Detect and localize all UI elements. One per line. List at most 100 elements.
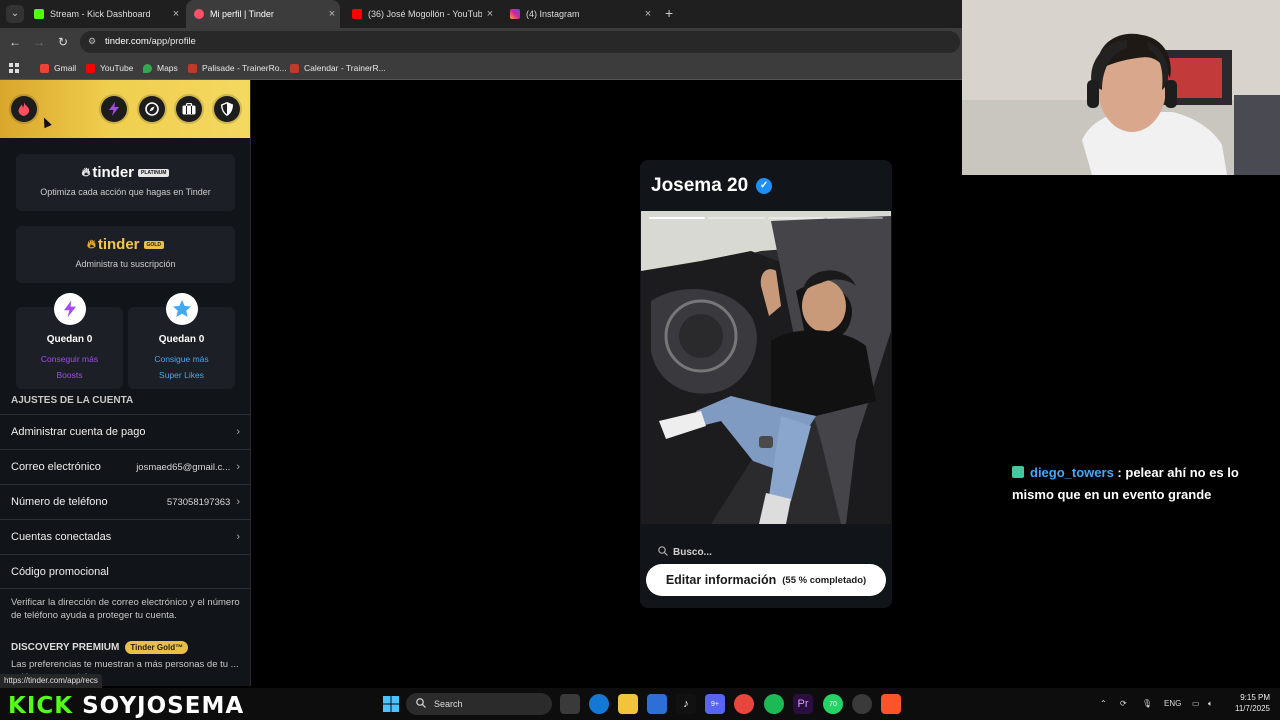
chat-username: diego_towers <box>1030 465 1114 480</box>
sidebar-header <box>0 80 250 138</box>
bookmark-calendar[interactable]: Calendar - TrainerR... <box>290 61 386 75</box>
youtube-icon <box>352 9 362 19</box>
row-promo-code[interactable]: Código promocional <box>0 554 250 589</box>
chat-badge-icon <box>1012 466 1024 478</box>
youtube-icon <box>86 63 95 73</box>
chevron-right-icon: › <box>236 426 240 438</box>
profile-name: Josema 20 ✓ <box>651 175 773 197</box>
new-tab-button[interactable]: + <box>665 5 679 23</box>
taskbar-clock[interactable]: 9:15 PM 11/7/2025 <box>1228 692 1270 714</box>
bookmark-youtube[interactable]: YouTube <box>86 61 133 75</box>
row-phone[interactable]: Número de teléfono 573058197363 › <box>0 484 250 519</box>
tinder-flame-icon: 🔥︎ <box>81 165 91 179</box>
whatsapp-icon[interactable]: 70 <box>823 694 843 714</box>
taskbar-search[interactable]: Search <box>406 693 552 715</box>
webcam-overlay <box>962 0 1280 175</box>
spotify-icon[interactable] <box>764 694 784 714</box>
site-info-icon[interactable]: ⚙ <box>88 36 100 48</box>
language-indicator[interactable]: ENG <box>1164 699 1181 708</box>
briefcase-icon[interactable] <box>176 96 202 122</box>
discovery-premium-heading: DISCOVERY PREMIUM Tinder Gold™ <box>11 641 189 654</box>
superlikes-card[interactable]: Quedan 0 Consigue más Super Likes <box>128 293 235 389</box>
chevron-right-icon: › <box>236 496 240 508</box>
chrome-icon[interactable] <box>734 694 754 714</box>
windows-start-icon[interactable] <box>381 694 401 714</box>
obs-icon[interactable] <box>852 694 872 714</box>
edit-info-button[interactable]: Editar información (55 % completado) <box>646 564 886 596</box>
bookmark-gmail[interactable]: Gmail <box>40 61 76 75</box>
stream-chat-message: diego_towers : pelear ahí no es lo mismo… <box>1012 465 1239 502</box>
tinder-flame-icon <box>194 9 204 19</box>
apps-grid-icon[interactable] <box>9 61 19 75</box>
store-icon[interactable] <box>647 694 667 714</box>
url-text: tinder.com/app/profile <box>105 36 196 47</box>
discord-icon[interactable]: 9+ <box>705 694 725 714</box>
shield-icon[interactable] <box>214 96 240 122</box>
link-status-url: https://tinder.com/app/recs <box>0 674 102 688</box>
verified-badge-icon: ✓ <box>756 178 773 194</box>
explore-icon[interactable] <box>139 96 165 122</box>
profile-photo[interactable] <box>641 211 891 524</box>
close-icon[interactable]: × <box>324 8 340 20</box>
gmail-icon <box>40 63 49 73</box>
kick-icon <box>34 9 44 19</box>
tinder-gold-card[interactable]: 🔥︎ tinder GOLD Administra tu suscripción <box>16 226 235 283</box>
tab-tinder-profile[interactable]: Mi perfil | Tinder × <box>186 0 340 28</box>
microphone-icon[interactable]: 🎙︎ <box>1142 699 1152 708</box>
screen: ⌄ Stream - Kick Dashboard × Mi perfil | … <box>0 0 1280 720</box>
profile-card: Josema 20 ✓ Busco... Editar información … <box>640 160 892 608</box>
trainerroad-icon <box>290 63 299 73</box>
photo-progress-segment <box>767 217 824 219</box>
tab-search-button[interactable]: ⌄ <box>6 5 24 23</box>
close-icon[interactable]: × <box>168 8 184 20</box>
tinder-platinum-card[interactable]: 🔥︎ tinder PLATINUM Optimiza cada acción … <box>16 154 235 211</box>
tinder-gold-badge: Tinder Gold™ <box>125 641 189 654</box>
bookmarks-bar: Gmail YouTube Maps Palisade - TrainerRo.… <box>0 56 962 80</box>
photo-progress-segment <box>649 217 706 219</box>
tray-chevron-icon[interactable]: ⌃ <box>1100 699 1107 708</box>
tinder-sidebar: 🔥︎ tinder PLATINUM Optimiza cada acción … <box>0 80 251 686</box>
back-arrow-icon[interactable]: ← <box>7 34 23 50</box>
brave-icon[interactable] <box>881 694 901 714</box>
photo-progress-segment <box>708 217 765 219</box>
maps-pin-icon <box>143 63 152 73</box>
volume-icon[interactable]: 🔈︎ <box>1208 699 1213 709</box>
file-explorer-icon[interactable] <box>618 694 638 714</box>
tinder-flame-icon[interactable] <box>11 96 37 122</box>
browser-tabstrip: ⌄ Stream - Kick Dashboard × Mi perfil | … <box>0 0 962 28</box>
tiktok-icon[interactable]: ♪ <box>676 694 696 714</box>
close-icon[interactable]: × <box>640 8 656 20</box>
bookmark-palisade[interactable]: Palisade - TrainerRo... <box>188 61 287 75</box>
close-icon[interactable]: × <box>482 8 498 20</box>
verify-note: Verificar la dirección de correo electró… <box>11 597 240 621</box>
photo-progress <box>649 217 883 219</box>
row-connected-accounts[interactable]: Cuentas conectadas › <box>0 519 250 554</box>
profile-photo-image <box>641 211 891 524</box>
chevron-right-icon: › <box>236 531 240 543</box>
tab-instagram[interactable]: (4) Instagram × <box>502 0 656 28</box>
get-superlikes-link[interactable]: Consigue más Super Likes <box>128 351 235 383</box>
chevron-right-icon: › <box>236 461 240 473</box>
boosts-card[interactable]: Quedan 0 Conseguir más Boosts <box>16 293 123 389</box>
search-icon <box>416 697 426 711</box>
mouse-cursor-icon <box>40 115 52 129</box>
tinder-flame-icon: 🔥︎ <box>87 237 96 251</box>
address-bar[interactable]: ⚙ tinder.com/app/profile <box>80 31 960 53</box>
get-boosts-link[interactable]: Conseguir más Boosts <box>16 351 123 383</box>
star-icon <box>165 293 198 325</box>
row-email[interactable]: Correo electrónico josmaed65@gmail.c... … <box>0 449 250 484</box>
tinder-gold-logo: 🔥︎ tinder GOLD <box>16 236 235 253</box>
row-manage-payment[interactable]: Administrar cuenta de pago › <box>0 414 250 449</box>
edge-icon[interactable] <box>589 694 609 714</box>
tab-youtube[interactable]: (36) José Mogollón - YouTube × <box>344 0 498 28</box>
task-view-icon[interactable] <box>560 694 580 714</box>
premiere-icon[interactable]: Pr <box>793 694 813 714</box>
network-icon[interactable]: ▭ <box>1192 699 1200 708</box>
tab-kick-dashboard[interactable]: Stream - Kick Dashboard × <box>26 0 184 28</box>
reload-icon[interactable]: ↻ <box>55 34 71 50</box>
tinder-platinum-logo: 🔥︎ tinder PLATINUM <box>16 164 235 181</box>
tray-sync-icon[interactable]: ⟳ <box>1120 699 1127 708</box>
boost-icon[interactable] <box>101 96 127 122</box>
forward-arrow-icon[interactable]: → <box>31 34 47 50</box>
bookmark-maps[interactable]: Maps <box>143 61 178 75</box>
